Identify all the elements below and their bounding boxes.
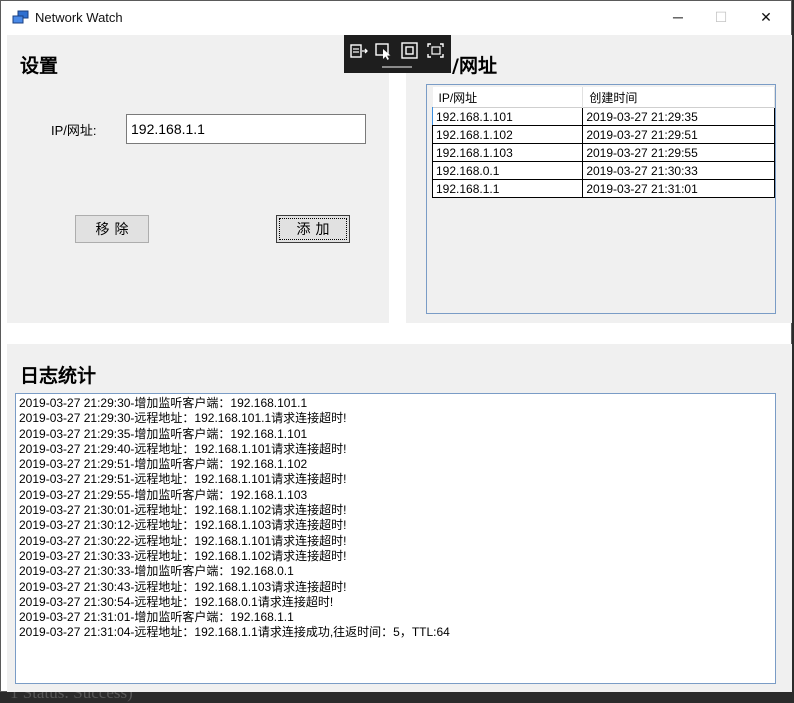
snip-toolbar[interactable] [344, 35, 451, 73]
network-app-icon [12, 10, 29, 24]
ip-label: IP/网址: [51, 123, 97, 138]
table-row[interactable]: 192.168.1.101 2019-03-27 21:29:35 [431, 107, 775, 126]
log-line: 2019-03-27 21:29:30-增加监听客户端：192.168.101.… [19, 396, 308, 410]
log-line: 2019-03-27 21:30:22-远程地址：192.168.1.101请求… [19, 533, 347, 548]
cell-created: 2019-03-27 21:29:51 [582, 125, 775, 144]
log-line: 2019-03-27 21:29:40-远程地址：192.168.1.101请求… [19, 441, 347, 456]
log-line: 2019-03-27 21:30:54-远程地址：192.168.0.1请求连接… [19, 594, 334, 609]
log-line: 2019-03-27 21:30:01-远程地址：192.168.1.102请求… [19, 503, 347, 518]
region-capture-icon[interactable] [400, 42, 420, 60]
table-row[interactable]: 192.168.1.102 2019-03-27 21:29:51 [431, 125, 775, 144]
cell-created: 2019-03-27 21:30:33 [582, 161, 775, 180]
cell-created: 2019-03-27 21:29:55 [582, 143, 775, 162]
add-button[interactable]: 添加 [276, 215, 350, 243]
log-line: 2019-03-27 21:31:04-远程地址：192.168.1.1请求连接… [19, 625, 450, 640]
log-line: 2019-03-27 21:30:12-远程地址：192.168.1.103请求… [19, 518, 347, 533]
window-title: Network Watch [35, 10, 123, 25]
remove-button[interactable]: 移除 [75, 215, 149, 243]
log-title: 日志统计 [20, 365, 97, 387]
pointer-select-icon[interactable] [374, 42, 394, 60]
table-row[interactable]: 192.168.1.1 2019-03-27 21:31:01 [431, 179, 775, 198]
log-line: 2019-03-27 21:29:51-远程地址：192.168.1.101请求… [19, 472, 347, 487]
address-table: IP/网址 创建时间 192.168.1.101 2019-03-27 21:2… [431, 87, 775, 198]
log-line: 2019-03-27 21:29:35-增加监听客户端：192.168.1.10… [19, 426, 308, 441]
cell-ip: 192.168.0.1 [431, 161, 584, 180]
minimize-button[interactable]: ─ [655, 1, 701, 33]
log-textbox[interactable]: 2019-03-27 21:29:30-增加监听客户端：192.168.101.… [15, 393, 776, 684]
cell-ip: 192.168.1.103 [431, 143, 584, 162]
log-line: 2019-03-27 21:29:55-增加监听客户端：192.168.1.10… [19, 487, 308, 502]
log-line: 2019-03-27 21:30:43-远程地址：192.168.1.103请求… [19, 579, 347, 594]
address-grid[interactable]: IP/网址 创建时间 192.168.1.101 2019-03-27 21:2… [426, 84, 776, 314]
maximize-button[interactable]: ☐ [698, 1, 744, 33]
log-line: 2019-03-27 21:30:33-远程地址：192.168.1.102请求… [19, 548, 347, 563]
table-row[interactable]: 192.168.1.103 2019-03-27 21:29:55 [431, 143, 775, 162]
title-bar[interactable]: Network Watch ─ ☐ ✕ [1, 1, 791, 33]
close-button[interactable]: ✕ [743, 1, 789, 33]
log-line: 2019-03-27 21:29:51-增加监听客户端：192.168.1.10… [19, 457, 308, 472]
table-header-row: IP/网址 创建时间 [432, 87, 775, 108]
column-header-ip[interactable]: IP/网址 [432, 87, 584, 108]
cell-created: 2019-03-27 21:29:35 [582, 107, 775, 126]
window-capture-icon[interactable] [349, 42, 369, 60]
ip-input[interactable] [126, 114, 366, 144]
address-list-title: /网址 [452, 55, 497, 77]
log-line: 2019-03-27 21:31:01-增加监听客户端：192.168.1.1 [19, 610, 294, 625]
cell-created: 2019-03-27 21:31:01 [582, 179, 775, 198]
cell-ip: 192.168.1.102 [431, 125, 584, 144]
cell-ip: 192.168.1.1 [431, 179, 584, 198]
settings-title: 设置 [20, 55, 59, 77]
table-row[interactable]: 192.168.0.1 2019-03-27 21:30:33 [431, 161, 775, 180]
log-line: 2019-03-27 21:29:30-远程地址：192.168.101.1请求… [19, 411, 347, 426]
log-line: 2019-03-27 21:30:33-增加监听客户端：192.168.0.1 [19, 564, 294, 579]
cell-ip: 192.168.1.101 [431, 107, 584, 126]
settings-panel [7, 35, 389, 323]
fullscreen-capture-icon[interactable] [426, 42, 446, 60]
app-window: Network Watch ─ ☐ ✕ 设置 IP/网址: 移除 添加 /网址 … [0, 0, 792, 692]
toolbar-drag-handle[interactable] [382, 66, 412, 68]
column-header-created[interactable]: 创建时间 [582, 87, 775, 108]
